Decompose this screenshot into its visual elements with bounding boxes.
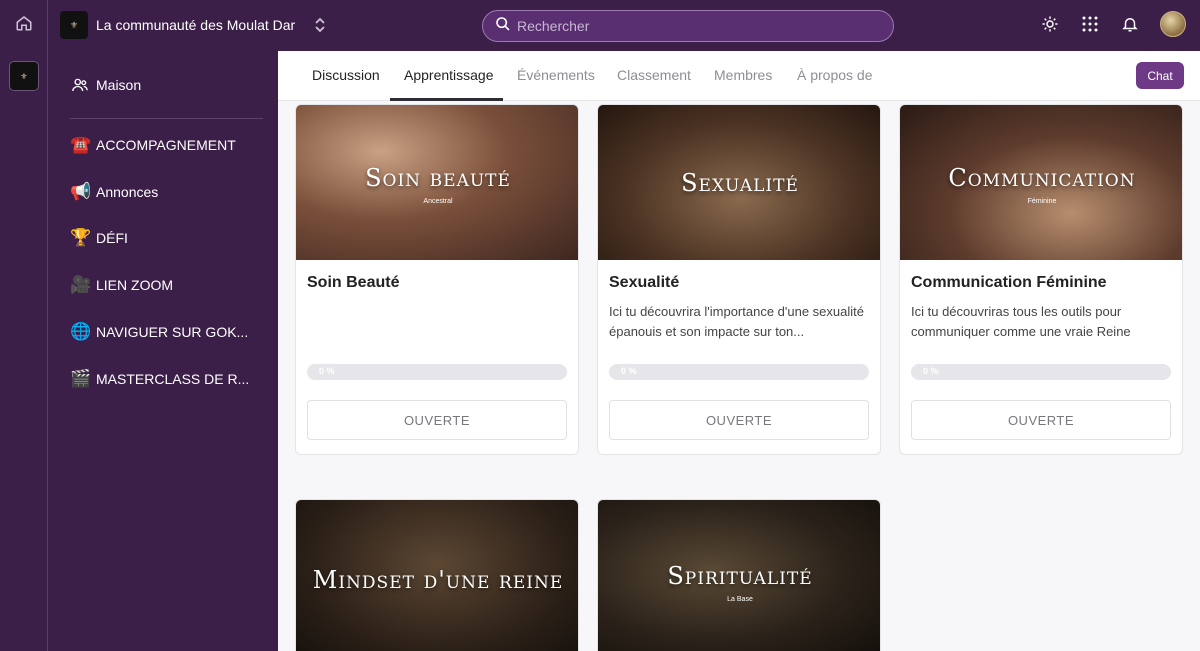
course-description: Ici tu découvriras tous les outils pour … bbox=[911, 304, 1131, 339]
avatar[interactable] bbox=[1160, 11, 1186, 37]
sidebar-item-lien-zoom[interactable]: 🎥 LIEN ZOOM bbox=[70, 275, 173, 295]
grid-icon[interactable] bbox=[1080, 14, 1100, 34]
course-cover-image: Mindset d'une reine bbox=[296, 500, 578, 651]
megaphone-icon: 📢 bbox=[70, 182, 92, 201]
tab-membres[interactable]: Membres bbox=[714, 67, 772, 83]
bell-icon[interactable] bbox=[1120, 14, 1140, 34]
top-bar: ⚜ La communauté des Moulat Dar bbox=[0, 0, 1200, 51]
sidebar-item-annonces[interactable]: 📢 Annonces bbox=[70, 182, 158, 202]
community-rail: ⚜ bbox=[0, 51, 48, 651]
users-icon bbox=[70, 76, 90, 94]
progress-bar: 0 % bbox=[911, 364, 1171, 380]
sidebar-item-masterclass[interactable]: 🎬 MASTERCLASS DE R... bbox=[70, 369, 249, 389]
video-camera-icon: 🎥 bbox=[70, 275, 92, 294]
tab-a-propos[interactable]: À propos de bbox=[797, 67, 873, 83]
course-cover-image: Sexualité bbox=[598, 105, 880, 260]
cover-title: Soin beauté bbox=[365, 164, 511, 192]
cover-title: Mindset d'une reine bbox=[312, 566, 564, 594]
course-card-mindset[interactable]: Mindset d'une reine bbox=[295, 499, 579, 651]
sidebar: Maison ☎️ ACCOMPAGNEMENT 📢 Annonces 🏆 DÉ… bbox=[48, 51, 278, 651]
course-title: Sexualité bbox=[609, 274, 680, 291]
community-logo: ⚜ bbox=[60, 11, 88, 39]
open-course-button[interactable]: OUVERTE bbox=[609, 400, 869, 440]
progress-label: 0 % bbox=[319, 366, 335, 376]
course-cover-image: Soin beauté Ancestral bbox=[296, 105, 578, 260]
chevron-updown-icon[interactable] bbox=[313, 17, 327, 33]
course-description: Ici tu découvrira l'importance d'une sex… bbox=[609, 304, 864, 339]
course-cover-image: Spiritualité La Base bbox=[598, 500, 880, 651]
chat-button[interactable]: Chat bbox=[1136, 62, 1184, 89]
tab-apprentissage[interactable]: Apprentissage bbox=[404, 67, 494, 83]
tab-bar: Discussion Apprentissage Événements Clas… bbox=[278, 51, 1200, 101]
open-course-button[interactable]: OUVERTE bbox=[911, 400, 1171, 440]
course-card-spiritualite[interactable]: Spiritualité La Base bbox=[597, 499, 881, 651]
search-input[interactable] bbox=[517, 18, 877, 34]
progress-label: 0 % bbox=[923, 366, 939, 376]
community-name: La communauté des Moulat Dar bbox=[96, 17, 296, 33]
clapperboard-icon: 🎬 bbox=[70, 369, 92, 388]
tab-evenements[interactable]: Événements bbox=[517, 67, 595, 83]
course-card-soin-beaute[interactable]: Soin beauté Ancestral Soin Beauté 0 % OU… bbox=[295, 104, 579, 455]
sidebar-item-accompagnement[interactable]: ☎️ ACCOMPAGNEMENT bbox=[70, 135, 236, 155]
sidebar-item-label: ACCOMPAGNEMENT bbox=[96, 137, 236, 153]
home-icon bbox=[15, 14, 33, 37]
sun-icon[interactable] bbox=[1040, 14, 1060, 34]
progress-bar: 0 % bbox=[609, 364, 869, 380]
sidebar-item-defi[interactable]: 🏆 DÉFI bbox=[70, 228, 128, 248]
progress-label: 0 % bbox=[621, 366, 637, 376]
cover-subtitle: Ancestral bbox=[423, 198, 453, 205]
progress-bar: 0 % bbox=[307, 364, 567, 380]
course-cover-image: Communication Féminine bbox=[900, 105, 1182, 260]
cover-title: Communication bbox=[948, 164, 1136, 192]
course-card-sexualite[interactable]: Sexualité Sexualité Ici tu découvrira l'… bbox=[597, 104, 881, 455]
home-button[interactable] bbox=[0, 0, 48, 51]
cover-subtitle: La Base bbox=[727, 595, 753, 603]
sidebar-item-label: MASTERCLASS DE R... bbox=[96, 371, 250, 387]
search-icon bbox=[495, 16, 511, 37]
trophy-icon: 🏆 bbox=[70, 228, 92, 247]
sidebar-divider bbox=[70, 118, 263, 119]
sidebar-item-label: LIEN ZOOM bbox=[96, 277, 174, 293]
sidebar-item-naviguer[interactable]: 🌐 NAVIGUER SUR GOK... bbox=[70, 322, 248, 342]
course-card-communication[interactable]: Communication Féminine Communication Fém… bbox=[899, 104, 1183, 455]
search-bar[interactable] bbox=[482, 10, 894, 42]
community-rail-logo[interactable]: ⚜ bbox=[9, 61, 39, 91]
globe-icon: 🌐 bbox=[70, 322, 92, 341]
course-title: Soin Beauté bbox=[307, 274, 400, 291]
community-switcher[interactable]: ⚜ La communauté des Moulat Dar bbox=[60, 11, 327, 39]
course-description bbox=[307, 302, 567, 342]
sidebar-item-maison[interactable]: Maison bbox=[70, 76, 141, 94]
sidebar-item-label: NAVIGUER SUR GOK... bbox=[96, 324, 249, 340]
tab-discussion[interactable]: Discussion bbox=[312, 67, 380, 83]
open-course-button[interactable]: OUVERTE bbox=[307, 400, 567, 440]
sidebar-item-label: Annonces bbox=[96, 184, 159, 200]
course-title: Communication Féminine bbox=[911, 274, 1107, 291]
telephone-icon: ☎️ bbox=[70, 135, 92, 154]
sidebar-item-label: DÉFI bbox=[96, 230, 128, 246]
cover-subtitle: Féminine bbox=[1027, 198, 1057, 205]
sidebar-item-label: Maison bbox=[96, 77, 142, 93]
cover-title: Spiritualité bbox=[667, 561, 813, 590]
course-grid: Soin beauté Ancestral Soin Beauté 0 % OU… bbox=[278, 101, 1200, 651]
tab-classement[interactable]: Classement bbox=[617, 67, 691, 83]
cover-title: Sexualité bbox=[681, 168, 799, 197]
